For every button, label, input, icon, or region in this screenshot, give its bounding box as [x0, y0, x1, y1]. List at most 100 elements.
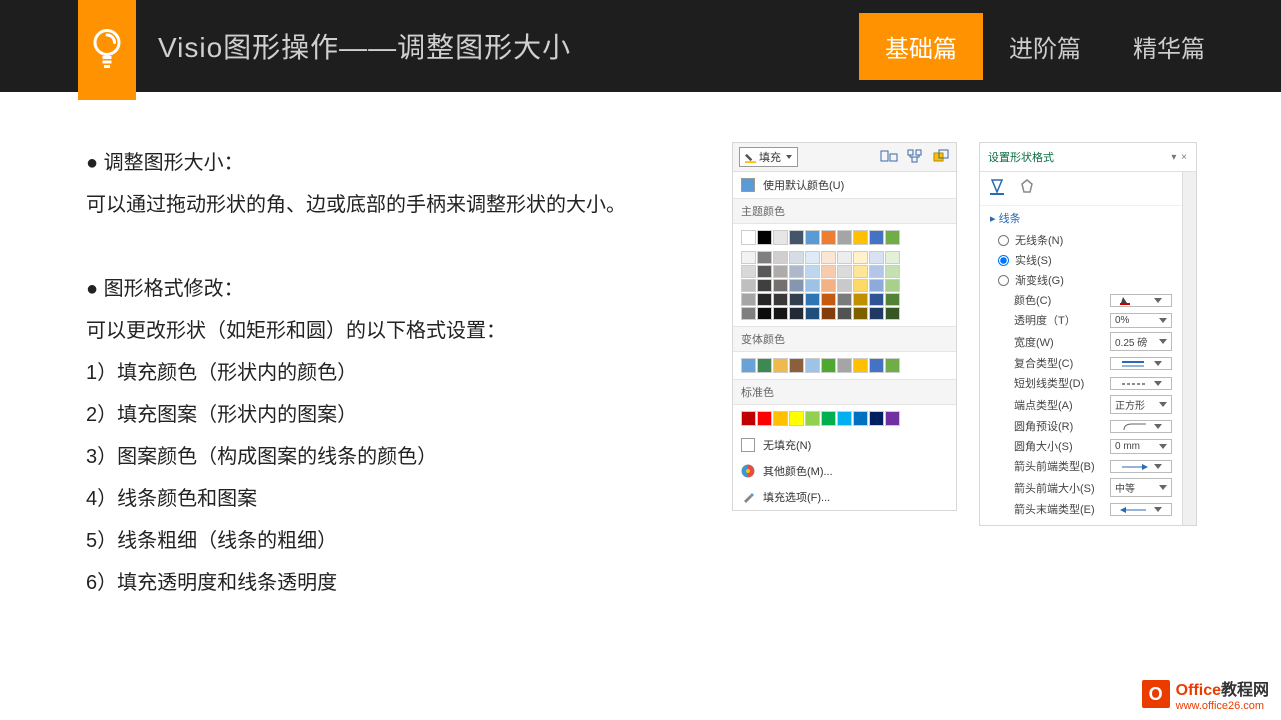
color-swatch[interactable]	[837, 230, 852, 245]
line-section-header[interactable]: ▸ 线条	[980, 206, 1182, 230]
radio-solid-line[interactable]: 实线(S)	[980, 250, 1182, 270]
color-swatch[interactable]	[885, 307, 900, 320]
color-swatch[interactable]	[869, 358, 884, 373]
color-swatch[interactable]	[773, 307, 788, 320]
color-swatch[interactable]	[885, 265, 900, 278]
color-swatch[interactable]	[789, 307, 804, 320]
align-icon[interactable]	[880, 149, 898, 166]
color-swatch[interactable]	[773, 293, 788, 306]
color-swatch[interactable]	[853, 358, 868, 373]
color-swatch[interactable]	[821, 251, 836, 264]
color-swatch[interactable]	[741, 230, 756, 245]
color-swatch[interactable]	[853, 279, 868, 292]
color-swatch[interactable]	[789, 251, 804, 264]
color-swatch[interactable]	[869, 293, 884, 306]
color-swatch[interactable]	[773, 251, 788, 264]
color-swatch[interactable]	[837, 293, 852, 306]
color-swatch[interactable]	[885, 230, 900, 245]
color-swatch[interactable]	[741, 307, 756, 320]
color-swatch[interactable]	[853, 293, 868, 306]
color-swatch[interactable]	[757, 307, 772, 320]
color-swatch[interactable]	[805, 251, 820, 264]
front-icon[interactable]	[932, 149, 950, 166]
color-swatch[interactable]	[837, 265, 852, 278]
fill-line-icon[interactable]	[988, 178, 1006, 199]
color-swatch[interactable]	[869, 230, 884, 245]
color-swatch[interactable]	[853, 230, 868, 245]
color-swatch[interactable]	[805, 279, 820, 292]
color-swatch[interactable]	[821, 265, 836, 278]
color-swatch[interactable]	[805, 230, 820, 245]
color-swatch[interactable]	[869, 251, 884, 264]
fill-options-row[interactable]: 填充选项(F)...	[733, 484, 956, 510]
color-swatch[interactable]	[837, 411, 852, 426]
color-swatch[interactable]	[773, 279, 788, 292]
dash-picker[interactable]	[1110, 377, 1172, 390]
color-swatch[interactable]	[805, 265, 820, 278]
color-swatch[interactable]	[885, 251, 900, 264]
color-swatch[interactable]	[757, 411, 772, 426]
arrow-begin-picker[interactable]	[1110, 460, 1172, 473]
fill-button[interactable]: 填充	[739, 147, 798, 167]
color-swatch[interactable]	[837, 358, 852, 373]
color-swatch[interactable]	[741, 265, 756, 278]
color-swatch[interactable]	[773, 230, 788, 245]
color-swatch[interactable]	[869, 307, 884, 320]
color-swatch[interactable]	[885, 358, 900, 373]
tab-basic[interactable]: 基础篇	[859, 13, 983, 80]
color-swatch[interactable]	[869, 265, 884, 278]
color-swatch[interactable]	[741, 411, 756, 426]
color-swatch[interactable]	[741, 279, 756, 292]
color-swatch[interactable]	[741, 293, 756, 306]
radio-no-line[interactable]: 无线条(N)	[980, 230, 1182, 250]
arrow-end-picker[interactable]	[1110, 503, 1172, 516]
color-swatch[interactable]	[869, 411, 884, 426]
no-fill-row[interactable]: 无填充(N)	[733, 432, 956, 458]
color-swatch[interactable]	[805, 293, 820, 306]
scrollbar[interactable]	[1182, 172, 1196, 525]
color-swatch[interactable]	[853, 265, 868, 278]
panel-controls[interactable]: ▾ ×	[1171, 152, 1188, 163]
default-color-row[interactable]: 使用默认颜色(U)	[733, 172, 956, 198]
color-swatch[interactable]	[773, 411, 788, 426]
color-swatch[interactable]	[805, 307, 820, 320]
color-swatch[interactable]	[821, 358, 836, 373]
color-swatch[interactable]	[757, 230, 772, 245]
color-swatch[interactable]	[757, 251, 772, 264]
tab-essence[interactable]: 精华篇	[1107, 13, 1231, 80]
color-swatch[interactable]	[853, 307, 868, 320]
color-swatch[interactable]	[757, 358, 772, 373]
color-swatch[interactable]	[741, 251, 756, 264]
radio-gradient-line[interactable]: 渐变线(G)	[980, 270, 1182, 290]
color-swatch[interactable]	[789, 230, 804, 245]
color-swatch[interactable]	[789, 293, 804, 306]
color-swatch[interactable]	[805, 411, 820, 426]
cap-picker[interactable]: 正方形	[1110, 395, 1172, 414]
color-swatch[interactable]	[821, 293, 836, 306]
color-swatch[interactable]	[789, 265, 804, 278]
corner-size-input[interactable]: 0 mm	[1110, 439, 1172, 454]
color-swatch[interactable]	[773, 265, 788, 278]
color-swatch[interactable]	[789, 279, 804, 292]
effects-icon[interactable]	[1018, 178, 1036, 199]
color-swatch[interactable]	[837, 251, 852, 264]
color-swatch[interactable]	[869, 279, 884, 292]
color-swatch[interactable]	[741, 358, 756, 373]
color-swatch[interactable]	[885, 279, 900, 292]
color-swatch[interactable]	[853, 411, 868, 426]
rounding-picker[interactable]	[1110, 420, 1172, 433]
color-swatch[interactable]	[789, 411, 804, 426]
transparency-input[interactable]: 0%	[1110, 313, 1172, 328]
color-swatch[interactable]	[821, 230, 836, 245]
more-colors-row[interactable]: 其他颜色(M)...	[733, 458, 956, 484]
width-input[interactable]: 0.25 磅	[1110, 332, 1172, 351]
color-swatch[interactable]	[837, 307, 852, 320]
arrow-begin-size-picker[interactable]: 中等	[1110, 478, 1172, 497]
color-swatch[interactable]	[821, 411, 836, 426]
group-icon[interactable]	[906, 149, 924, 166]
color-swatch[interactable]	[821, 279, 836, 292]
color-swatch[interactable]	[885, 293, 900, 306]
color-swatch[interactable]	[805, 358, 820, 373]
color-swatch[interactable]	[853, 251, 868, 264]
color-swatch[interactable]	[757, 293, 772, 306]
